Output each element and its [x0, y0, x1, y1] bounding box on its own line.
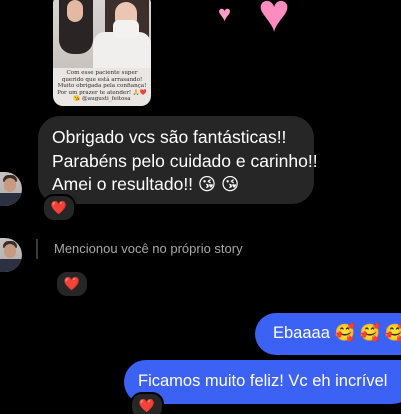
message-line: Parabéns pelo cuidado e carinho!!	[52, 150, 318, 171]
message-line: Obrigado vcs são fantásticas!!	[52, 127, 287, 147]
outgoing-message-bubble[interactable]: Ficamos muito feliz! Vc eh incrível	[124, 360, 401, 404]
message-text: Ficamos muito feliz! Vc eh incrível	[138, 372, 388, 390]
heart-sticker-icon: ♥	[218, 1, 232, 26]
story-photo	[53, 0, 151, 68]
message-text: Ebaaaa 🥰 🥰 🥰	[273, 324, 401, 342]
incoming-message-bubble[interactable]: Obrigado vcs são fantásticas!! Parabéns …	[38, 116, 318, 204]
chat-screen: Com esse paciente super querido que está…	[0, 0, 401, 414]
heart-reaction-icon[interactable]: ❤️	[42, 194, 76, 222]
story-caption: Com esse paciente super querido que está…	[57, 70, 147, 103]
mention-divider	[36, 239, 38, 259]
heart-reaction-icon[interactable]: ❤️	[130, 392, 164, 414]
shared-story-thumbnail[interactable]: Com esse paciente super querido que está…	[53, 0, 151, 106]
avatar[interactable]	[0, 238, 22, 272]
outgoing-message-bubble[interactable]: Ebaaaa 🥰 🥰 🥰	[255, 313, 401, 355]
message-line: Amei o resultado!! 😘 😘	[52, 174, 240, 194]
story-mention-note: Mencionou você no próprio story	[54, 241, 243, 256]
heart-reaction-icon[interactable]: ❤️	[55, 270, 89, 298]
avatar[interactable]	[0, 172, 22, 206]
heart-sticker-icon: ♥	[258, 0, 291, 43]
